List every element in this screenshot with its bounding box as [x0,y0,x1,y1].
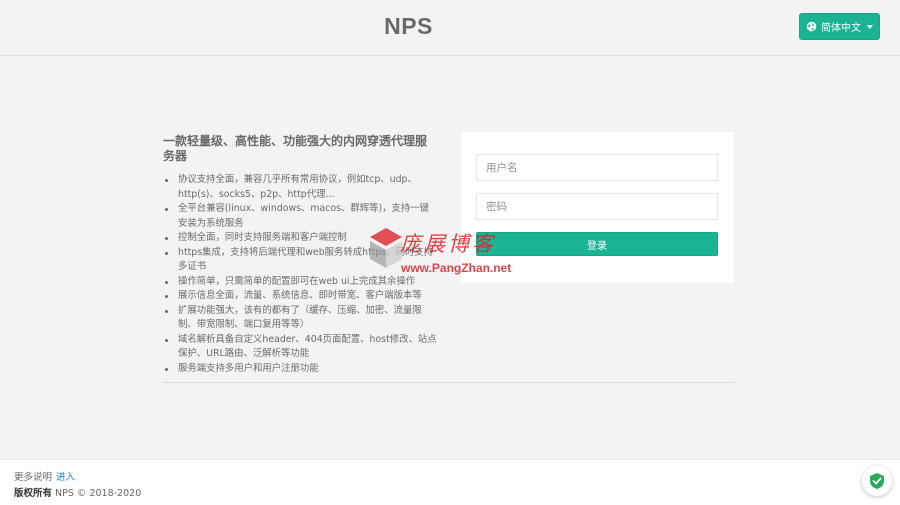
feature-item: 域名解析具备自定义header、404页面配置、host修改、站点保护、URL路… [163,333,438,362]
username-input[interactable] [476,154,718,181]
password-input[interactable] [476,193,718,220]
copyright-label: 版权所有 [14,488,53,499]
globe-icon [806,21,817,32]
security-shield-button[interactable] [862,466,892,496]
watermark-url: www.PangZhan.net [401,261,512,275]
footer-copyright: 版权所有 NPS © 2018-2020 [14,485,141,499]
page-background: NPS 简体中文 一款轻量级、高性能、功能强大的内网穿透代理服务器 协议支持全面… [0,0,900,459]
shield-check-icon [870,473,884,489]
language-label: 简体中文 [821,23,861,34]
language-dropdown-button[interactable]: 简体中文 [799,13,880,40]
feature-item: 协议支持全面，兼容几乎所有常用协议，例如tcp、udp、http(s)、sock… [163,173,438,202]
divider [163,382,734,383]
feature-item: 服务端支持多用户和用户注册功能 [163,362,438,377]
more-info-link[interactable]: 进入 [56,472,75,483]
top-navbar: NPS 简体中文 [0,0,900,56]
feature-item: 扩展功能强大，该有的都有了（缓存、压缩、加密、流量限制、带宽限制、端口复用等等） [163,304,438,333]
more-info-label: 更多说明 [14,472,53,483]
watermark: 庞展博客 www.PangZhan.net [370,228,538,278]
footer-more-info: 更多说明 进入 [14,469,75,483]
intro-title: 一款轻量级、高性能、功能强大的内网穿透代理服务器 [163,134,428,163]
footer: 更多说明 进入 版权所有 NPS © 2018-2020 [0,459,900,505]
brand-title: NPS [384,13,433,39]
caret-down-icon [867,24,873,29]
feature-item: 展示信息全面，流量、系统信息、即时带宽、客户端版本等 [163,289,438,304]
watermark-title: 庞展博客 [400,232,496,256]
copyright-text: NPS © 2018-2020 [55,488,142,499]
